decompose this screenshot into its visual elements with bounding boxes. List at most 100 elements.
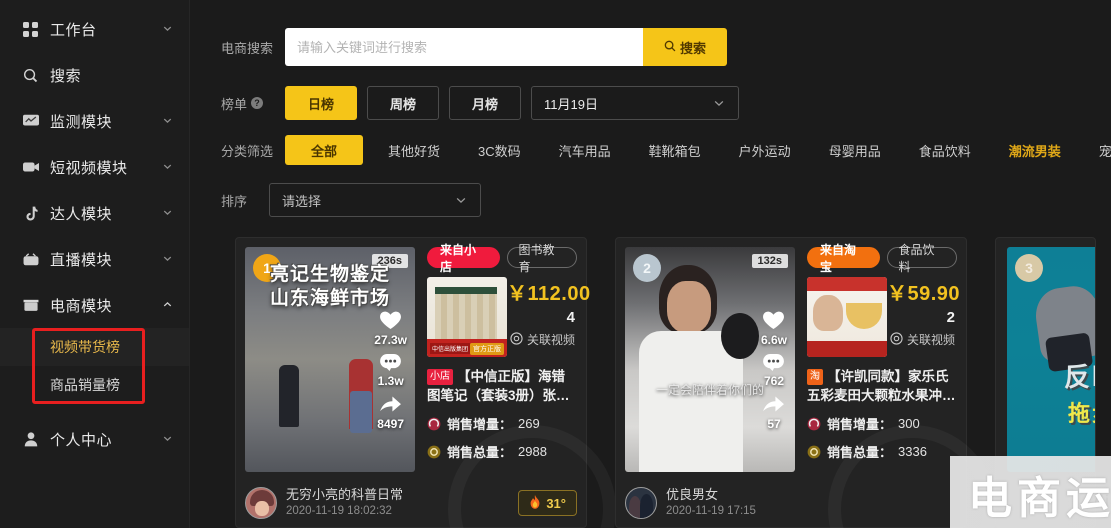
date-select[interactable]: 11月19日: [531, 86, 739, 120]
avatar[interactable]: [245, 487, 277, 519]
category-chip-maternity[interactable]: 母婴用品: [816, 135, 894, 165]
like-count: 27.3w: [374, 333, 407, 347]
video-thumbnail[interactable]: 2 132s 一定会陪伴着你们的 6.6w 762 57: [625, 247, 795, 472]
ranking-card[interactable]: 1 236s 亮记生物鉴定 山东海鲜市场 27.3w 1.3w 8497 来自小…: [235, 237, 616, 528]
video-thumbnail[interactable]: 1 236s 亮记生物鉴定 山东海鲜市场 27.3w 1.3w 8497: [245, 247, 415, 472]
total-icon: [807, 445, 821, 459]
chip-label: 3C数码: [478, 143, 521, 159]
chevron-down-icon[interactable]: [161, 114, 175, 128]
category-row-label: 分类筛选: [221, 143, 274, 159]
product-image[interactable]: 中信出版集团 官方正版: [427, 277, 507, 357]
category-row: 分类筛选 全部 其他好货 3C数码 汽车用品 鞋靴箱包 户外运动 母婴用品 食品…: [190, 128, 1111, 172]
sidebar-item-creator[interactable]: 达人模块: [0, 190, 189, 236]
sidebar-item-label: 电商模块: [50, 297, 113, 315]
linked-video-row[interactable]: 关联视频: [887, 331, 955, 348]
video-thumbnail[interactable]: 3 反时 拖步: [1007, 247, 1095, 472]
category-chip-food[interactable]: 食品饮料: [906, 135, 984, 165]
product-image[interactable]: [807, 277, 887, 357]
sidebar-item-label: 搜索: [50, 67, 82, 85]
sidebar-item-label: 达人模块: [50, 205, 113, 223]
category-chip-menswear[interactable]: 潮流男装: [996, 135, 1074, 165]
rank-tab-monthly[interactable]: 月榜: [449, 86, 521, 120]
comment-icon: [763, 354, 785, 374]
chip-label: 鞋靴箱包: [648, 143, 701, 159]
thumbnail-figure: [721, 313, 759, 359]
sidebar-item-monitor[interactable]: 监测模块: [0, 98, 189, 144]
source-tag: 来自淘宝: [807, 243, 880, 274]
chevron-down-icon[interactable]: [161, 22, 175, 36]
card-info: 来自小店 图书教育 中信出版集团 官方正版 ￥112.00 4 关联视频 小店 …: [415, 243, 591, 472]
price-column: ￥59.90 2 关联视频: [887, 277, 960, 357]
linked-video-label: 关联视频: [906, 333, 955, 347]
category-chip-pets[interactable]: 宠物: [1086, 135, 1111, 165]
fire-icon: [529, 494, 541, 512]
main-content: 电商搜索 搜索 榜单 ? 日榜 周榜 月榜 11月19日: [190, 0, 1111, 528]
rank-badge: 2: [633, 254, 661, 282]
share-icon: [763, 395, 785, 417]
search-row-label: 电商搜索: [221, 40, 274, 56]
sidebar-item-label: 短视频模块: [50, 159, 128, 177]
share-count: 8497: [377, 417, 404, 431]
sales-growth-label: 销售增量：: [447, 417, 513, 433]
sidebar-item-search[interactable]: 搜索: [0, 52, 189, 98]
monitor-icon: [22, 113, 39, 130]
sidebar-subitem-product-sales-rank[interactable]: 商品销量榜: [0, 366, 189, 404]
product-title[interactable]: 淘【许凯同款】家乐氏五彩麦田大颗粒水果冲饮麦片…: [807, 367, 957, 405]
chip-label: 宠物: [1098, 143, 1111, 159]
rank-tab-weekly[interactable]: 周榜: [367, 86, 439, 120]
search-input[interactable]: [285, 28, 643, 66]
linked-video-row[interactable]: 关联视频: [507, 331, 575, 348]
thumbnail-figure: [279, 365, 299, 427]
card-top: 1 236s 亮记生物鉴定 山东海鲜市场 27.3w 1.3w 8497 来自小…: [236, 243, 591, 472]
sort-select-value: 请选择: [282, 193, 322, 209]
question-icon[interactable]: ?: [251, 97, 264, 109]
rank-tab-daily[interactable]: 日榜: [285, 86, 357, 120]
sidebar-item-ecommerce[interactable]: 电商模块: [0, 282, 189, 328]
chip-label: 全部: [310, 143, 337, 159]
like-count: 6.6w: [760, 333, 787, 347]
source-tag: 来自小店: [427, 243, 500, 274]
sidebar-item-live[interactable]: 直播模块: [0, 236, 189, 282]
category-chip-other[interactable]: 其他好货: [375, 135, 453, 165]
chevron-down-icon[interactable]: [161, 432, 175, 446]
chevron-down-icon[interactable]: [161, 252, 175, 266]
sort-select[interactable]: 请选择: [269, 183, 481, 217]
chevron-down-icon[interactable]: [161, 160, 175, 174]
chip-label: 食品饮料: [918, 143, 971, 159]
sales-growth-row: 销售增量： 269: [427, 414, 577, 433]
comment-count: 762: [763, 374, 784, 388]
product-image-label: 中信出版集团: [430, 343, 471, 354]
card-top: 3 反时 拖步: [996, 247, 1095, 472]
sidebar-item-profile[interactable]: 个人中心: [0, 416, 189, 462]
avatar[interactable]: [625, 487, 657, 519]
product-title[interactable]: 小店【中信正版】海错图笔记（套装3册）张辰亮 著: [427, 367, 577, 405]
search-button[interactable]: 搜索: [643, 28, 727, 66]
category-chip-all[interactable]: 全部: [285, 135, 363, 165]
sidebar-item-short-video[interactable]: 短视频模块: [0, 144, 189, 190]
search-icon: [22, 67, 39, 84]
author-column: 无穷小亮的科普日常 2020-11-19 18:02:32: [286, 487, 518, 519]
overlay-title-line2: 拖步: [1067, 401, 1095, 426]
product-row: 中信出版集团 官方正版 ￥112.00 4 关联视频: [427, 277, 591, 357]
rank-tab-label: 日榜: [307, 96, 334, 112]
hot-score-value: 31°: [546, 495, 566, 511]
sales-total-label: 销售总量：: [827, 445, 893, 461]
category-chip-shoes-bags[interactable]: 鞋靴箱包: [636, 135, 714, 165]
sidebar-item-workbench[interactable]: 工作台: [0, 6, 189, 52]
product-price: ￥112.00: [507, 283, 591, 305]
product-source-badge: 小店: [427, 369, 453, 386]
broadcast-icon: [22, 251, 39, 268]
category-chip-auto[interactable]: 汽车用品: [546, 135, 624, 165]
chevron-down-icon: [454, 193, 468, 207]
video-overlay-title: 亮记生物鉴定 山东海鲜市场: [245, 263, 415, 312]
sidebar-subitem-video-sales-rank[interactable]: 视频带货榜: [0, 328, 189, 366]
sidebar: 工作台 搜索 监测模块 短视频模块 达人模块 直播模块 电商模块 视频带货榜 商…: [0, 0, 190, 528]
link-video-icon: [890, 331, 903, 348]
category-tag: 食品饮料: [886, 243, 957, 274]
chevron-down-icon[interactable]: [161, 206, 175, 220]
ranking-card[interactable]: 2 132s 一定会陪伴着你们的 6.6w 762 57 来自淘宝 食品饮料 ￥…: [615, 237, 996, 528]
chevron-up-icon[interactable]: [161, 298, 175, 312]
video-duration: 132s: [751, 254, 788, 268]
category-chip-outdoor[interactable]: 户外运动: [726, 135, 804, 165]
category-chip-3c[interactable]: 3C数码: [465, 135, 534, 165]
